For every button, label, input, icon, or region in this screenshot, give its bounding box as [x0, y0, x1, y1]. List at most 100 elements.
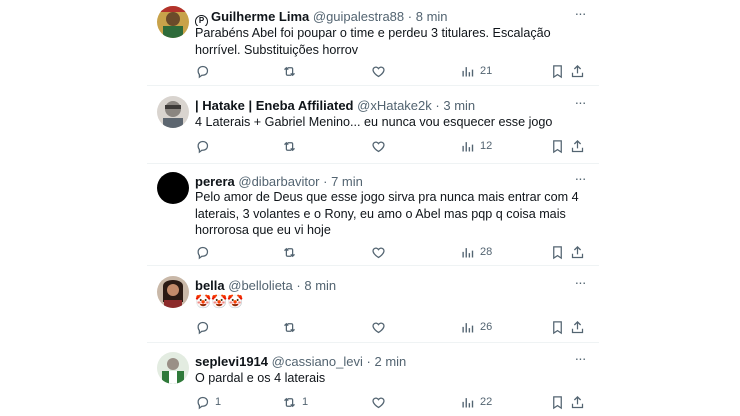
bookmark-button[interactable]: [550, 62, 565, 80]
like-icon: [372, 321, 385, 333]
reply-button[interactable]: [195, 318, 215, 336]
retweet-button[interactable]: [282, 243, 302, 261]
views-count: 12: [480, 140, 493, 152]
tweet[interactable]: | Hatake | Eneba Affiliated @xHatake2k ·…: [147, 86, 599, 164]
reply-button[interactable]: 1: [195, 393, 221, 411]
like-icon: [372, 246, 385, 258]
reply-icon: [197, 140, 209, 153]
views-icon: [462, 247, 474, 257]
tweet-text: 4 Laterais + Gabriel Menino... eu nunca …: [195, 115, 553, 129]
separator: ·: [323, 174, 328, 189]
views-count: 28: [480, 246, 493, 258]
tweet-header: seplevi1914 @cassiano_levi · 2 min: [195, 353, 569, 371]
like-button[interactable]: [371, 318, 386, 336]
more-icon[interactable]: ···: [571, 95, 589, 114]
user-handle[interactable]: @dibarbavitor: [238, 174, 319, 189]
share-button[interactable]: [570, 393, 585, 411]
share-button[interactable]: [570, 137, 585, 155]
like-icon: [372, 140, 385, 152]
share-button[interactable]: [570, 243, 585, 261]
tweet-text: O pardal e os 4 laterais: [195, 371, 326, 385]
separator: ·: [407, 9, 413, 24]
user-handle[interactable]: @cassiano_levi: [272, 354, 363, 369]
user-handle[interactable]: @xHatake2k: [357, 98, 432, 113]
retweet-button[interactable]: 1: [282, 393, 308, 411]
retweet-button[interactable]: [282, 62, 302, 80]
tweet[interactable]: bella @bellolieta · 8 min ··· 🤡🤡🤡 26: [147, 266, 599, 343]
more-icon[interactable]: ···: [571, 6, 589, 25]
views-button[interactable]: 22: [460, 393, 492, 411]
share-button[interactable]: [570, 318, 585, 336]
views-count: 22: [480, 396, 493, 408]
user-handle[interactable]: @guipalestra88: [313, 9, 404, 24]
share-icon: [571, 320, 584, 333]
retweet-icon: [284, 141, 295, 151]
tweet-text: Parabéns Abel foi poupar o time e perdeu…: [195, 26, 551, 57]
display-name[interactable]: | Hatake | Eneba Affiliated: [195, 98, 354, 113]
views-button[interactable]: 12: [460, 137, 492, 155]
timestamp[interactable]: 8 min: [304, 278, 336, 293]
views-count: 21: [480, 65, 493, 77]
share-icon: [571, 139, 584, 152]
tweet-header: bella @bellolieta · 8 min: [195, 277, 569, 295]
more-icon[interactable]: ···: [571, 275, 589, 294]
avatar[interactable]: [157, 276, 189, 308]
views-icon: [462, 322, 474, 332]
bookmark-icon: [553, 139, 562, 153]
bookmark-button[interactable]: [550, 318, 565, 336]
display-name[interactable]: Guilherme Lima: [211, 9, 309, 24]
like-button[interactable]: [371, 393, 386, 411]
timestamp[interactable]: 2 min: [374, 354, 406, 369]
avatar[interactable]: [157, 172, 189, 204]
views-button[interactable]: 26: [460, 318, 492, 336]
display-name[interactable]: perera: [195, 174, 235, 189]
tweet[interactable]: seplevi1914 @cassiano_levi · 2 min ··· O…: [147, 343, 599, 416]
reply-icon: [197, 396, 209, 409]
avatar[interactable]: [157, 352, 189, 384]
retweet-icon: [284, 247, 295, 257]
retweet-icon: [284, 397, 295, 407]
avatar[interactable]: [157, 6, 189, 38]
display-name[interactable]: bella: [195, 278, 225, 293]
reply-button[interactable]: [195, 243, 215, 261]
timestamp[interactable]: 8 min: [416, 9, 448, 24]
tweet[interactable]: P Guilherme Lima @guipalestra88 · 8 min ·…: [147, 0, 599, 86]
retweet-button[interactable]: [282, 137, 302, 155]
share-icon: [571, 395, 584, 408]
views-button[interactable]: 21: [460, 62, 492, 80]
reply-button[interactable]: [195, 62, 215, 80]
tweet-actions: 26: [195, 318, 589, 336]
separator: ·: [435, 98, 440, 113]
bookmark-icon: [553, 64, 562, 78]
tweet[interactable]: perera @dibarbavitor · 7 min ··· Pelo am…: [147, 164, 599, 266]
user-handle[interactable]: @bellolieta: [228, 278, 293, 293]
views-button[interactable]: 28: [460, 243, 492, 261]
tweet-header: | Hatake | Eneba Affiliated @xHatake2k ·…: [195, 97, 569, 115]
timestamp[interactable]: 7 min: [331, 174, 363, 189]
tweet-text: 🤡🤡🤡: [195, 294, 244, 309]
reply-count: 1: [215, 396, 222, 408]
bookmark-button[interactable]: [550, 393, 565, 411]
bookmark-button[interactable]: [550, 243, 565, 261]
share-icon: [571, 64, 584, 77]
retweet-icon: [284, 66, 295, 76]
like-button[interactable]: [371, 137, 386, 155]
more-icon[interactable]: ···: [571, 171, 589, 190]
views-icon: [462, 66, 474, 76]
tweet-actions: 21: [195, 62, 589, 80]
avatar[interactable]: [157, 96, 189, 128]
tweet-actions: 28: [195, 243, 589, 261]
display-name[interactable]: seplevi1914: [195, 354, 268, 369]
share-button[interactable]: [570, 62, 585, 80]
timestamp[interactable]: 3 min: [443, 98, 475, 113]
tweet-actions: 1 1 22: [195, 393, 589, 411]
bookmark-button[interactable]: [550, 137, 565, 155]
tweet-actions: 12: [195, 137, 589, 155]
like-button[interactable]: [371, 243, 386, 261]
separator: ·: [366, 354, 371, 369]
retweet-button[interactable]: [282, 318, 302, 336]
like-button[interactable]: [371, 62, 386, 80]
reply-button[interactable]: [195, 137, 215, 155]
more-icon[interactable]: ···: [571, 351, 589, 370]
tweet-header: P Guilherme Lima @guipalestra88 · 8 min: [195, 8, 569, 26]
